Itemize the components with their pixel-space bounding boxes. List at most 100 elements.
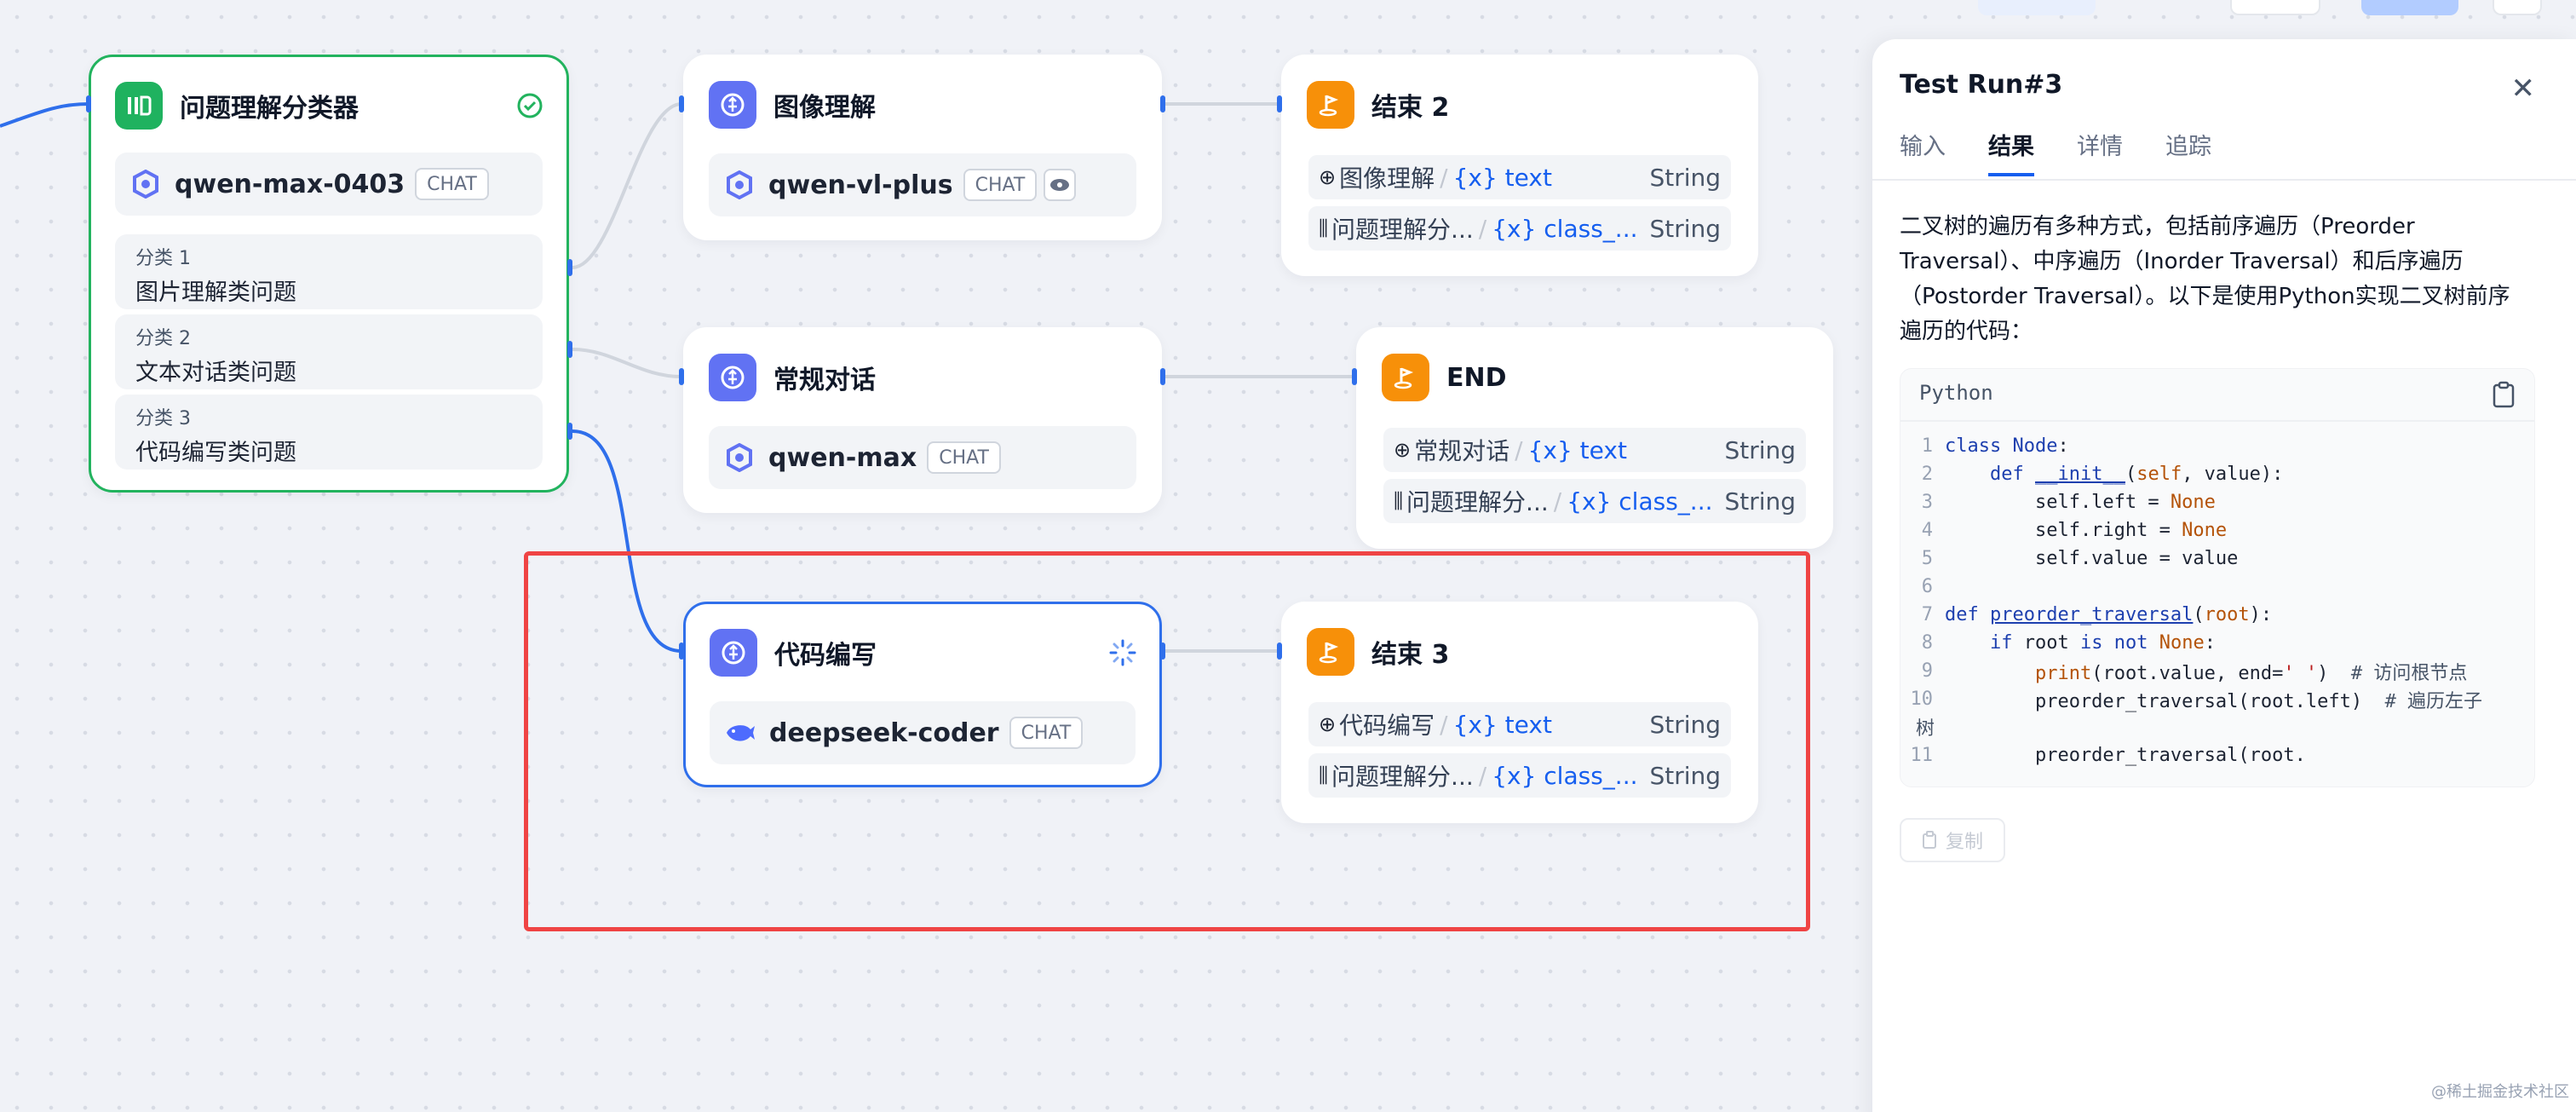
- input-handle[interactable]: [1352, 368, 1357, 385]
- result-line: 二叉树的遍历有多种方式，包括前序遍历（Preorder: [1900, 214, 2415, 239]
- highlight-annotation-box: [524, 551, 1810, 931]
- input-handle[interactable]: [86, 95, 91, 112]
- code-block: Python 1 class Node: 2 def __init__(self,…: [1900, 368, 2535, 787]
- code-line: 2 def __init__(self, value):: [1921, 464, 2284, 485]
- copy-button[interactable]: 复制: [1900, 818, 2005, 862]
- code-lines: 1 class Node: 2 def __init__(self, value)…: [1900, 432, 2536, 769]
- code-line: 1 class Node:: [1921, 435, 2069, 457]
- end-flag-icon: [1382, 354, 1429, 401]
- watermark: @稀土掘金技术社区: [2431, 1083, 2569, 1101]
- model-selector[interactable]: qwen-max-0403 CHAT: [115, 153, 543, 216]
- class-item[interactable]: 分类 3 代码编写类问题: [115, 395, 543, 470]
- image-llm-node[interactable]: 图像理解 qwen-vl-plus CHAT: [683, 55, 1162, 240]
- output-handle[interactable]: [1160, 368, 1165, 385]
- output-variable-row: ⊕ 图像理解 / {x} text String: [1308, 155, 1731, 199]
- llm-node-icon: [709, 354, 756, 401]
- variable-type: String: [1649, 214, 1721, 243]
- class-label: 分类 3: [135, 408, 191, 429]
- qwen-logo-icon: [724, 442, 755, 473]
- code-line: 8 if root is not None:: [1921, 632, 2216, 654]
- variable-type: String: [1724, 487, 1796, 516]
- class-label: 分类 1: [135, 248, 191, 269]
- input-handle[interactable]: [679, 368, 684, 385]
- variable-name: {x} class_...: [1492, 214, 1638, 243]
- model-name: qwen-max: [768, 442, 917, 473]
- tab-input[interactable]: 输入: [1900, 128, 1946, 176]
- copy-label: 复制: [1945, 832, 1983, 853]
- output-variable-row: ⫼ 问题理解分... / {x} class_... String: [1383, 479, 1806, 523]
- model-selector[interactable]: qwen-vl-plus CHAT: [709, 153, 1136, 216]
- llm-small-icon: ⊕: [1319, 165, 1337, 189]
- chat-badge: CHAT: [927, 441, 1001, 474]
- result-line: （Postorder Traversal）。以下是使用Python实现二叉树前序: [1900, 284, 2510, 309]
- classifier-node[interactable]: 问题理解分类器 qwen-max-0403 CHAT 分类 1 图片理解类问题 …: [89, 55, 569, 493]
- node-title: 图像理解: [773, 93, 876, 123]
- code-line: 11 preorder_traversal(root.: [1910, 745, 2306, 766]
- classifier-small-icon: ⫼: [1319, 216, 1329, 240]
- chat-llm-node[interactable]: 常规对话 qwen-max CHAT: [683, 327, 1162, 513]
- chat-badge: CHAT: [415, 168, 489, 200]
- class-text: 代码编写类问题: [135, 440, 296, 466]
- class-label: 分类 2: [135, 328, 191, 349]
- variable-name: {x} class_...: [1567, 487, 1713, 516]
- variable-source: 图像理解: [1339, 164, 1435, 193]
- variable-source: 常规对话: [1414, 437, 1510, 465]
- separator: /: [1553, 487, 1562, 516]
- variable-type: String: [1724, 435, 1796, 464]
- result-line: 遍历的代码：: [1900, 319, 2033, 344]
- qwen-logo-icon: [130, 169, 161, 199]
- node-header: 常规对话: [709, 353, 876, 402]
- llm-node-icon: [709, 81, 756, 129]
- code-line: 10 preorder_traversal(root.left) # 遍历左子: [1910, 689, 2483, 712]
- separator: /: [1440, 163, 1448, 192]
- output-handle[interactable]: [567, 423, 572, 440]
- tab-detail[interactable]: 详情: [2077, 128, 2123, 176]
- class-text: 图片理解类问题: [135, 279, 296, 306]
- variable-name: {x} text: [1452, 163, 1552, 192]
- node-title: 结束 2: [1371, 93, 1450, 123]
- code-line: 7 def preorder_traversal(root):: [1921, 604, 2273, 625]
- variable-name: {x} text: [1527, 435, 1627, 464]
- output-handle[interactable]: [567, 341, 572, 358]
- code-line: 9 print(root.value, end=' ') # 访问根节点: [1921, 660, 2468, 684]
- code-line: 4 self.right = None: [1921, 520, 2228, 541]
- separator: /: [1478, 214, 1487, 243]
- qwen-logo-icon: [724, 170, 755, 200]
- vision-eye-icon: [1044, 169, 1077, 201]
- class-item[interactable]: 分类 2 文本对话类问题: [115, 314, 543, 389]
- success-check-icon: [517, 93, 543, 118]
- tab-trace[interactable]: 追踪: [2165, 128, 2211, 176]
- output-handle[interactable]: [567, 259, 572, 276]
- classifier-small-icon: ⫼: [1394, 489, 1404, 513]
- input-handle[interactable]: [679, 95, 684, 112]
- output-handle[interactable]: [1160, 95, 1165, 112]
- clipboard-icon[interactable]: [2492, 381, 2516, 408]
- output-variable-row: ⫼ 问题理解分... / {x} class_... String: [1308, 206, 1731, 251]
- variable-source: 问题理解分...: [1331, 216, 1474, 244]
- end-node-2[interactable]: 结束 2 ⊕ 图像理解 / {x} text String ⫼ 问题理解分... /…: [1281, 55, 1758, 276]
- separator: /: [1515, 435, 1523, 464]
- variable-type: String: [1649, 163, 1721, 192]
- input-handle[interactable]: [1277, 95, 1282, 112]
- llm-small-icon: ⊕: [1394, 438, 1412, 462]
- end-node[interactable]: END ⊕ 常规对话 / {x} text String ⫼ 问题理解分... / …: [1356, 327, 1833, 549]
- code-line: 3 self.left = None: [1921, 492, 2216, 513]
- variable-source: 问题理解分...: [1406, 488, 1549, 516]
- node-header: END: [1382, 353, 1507, 402]
- node-title: 常规对话: [773, 366, 876, 395]
- tab-result[interactable]: 结果: [1988, 128, 2034, 176]
- panel-title: Test Run#3: [1900, 70, 2063, 100]
- divider: [1900, 420, 2534, 422]
- class-item[interactable]: 分类 1 图片理解类问题: [115, 234, 543, 309]
- classifier-icon: [115, 82, 163, 130]
- node-title: 问题理解分类器: [180, 94, 359, 124]
- divider: [1872, 179, 2576, 181]
- class-text: 文本对话类问题: [135, 360, 296, 386]
- code-line: 5 self.value = value: [1921, 548, 2239, 569]
- close-icon[interactable]: ✕: [2511, 72, 2536, 106]
- code-language: Python: [1919, 381, 1993, 405]
- node-header: 结束 2: [1307, 80, 1449, 130]
- model-selector[interactable]: qwen-max CHAT: [709, 426, 1136, 489]
- node-header: 问题理解分类器: [115, 81, 359, 130]
- node-title: END: [1446, 362, 1507, 393]
